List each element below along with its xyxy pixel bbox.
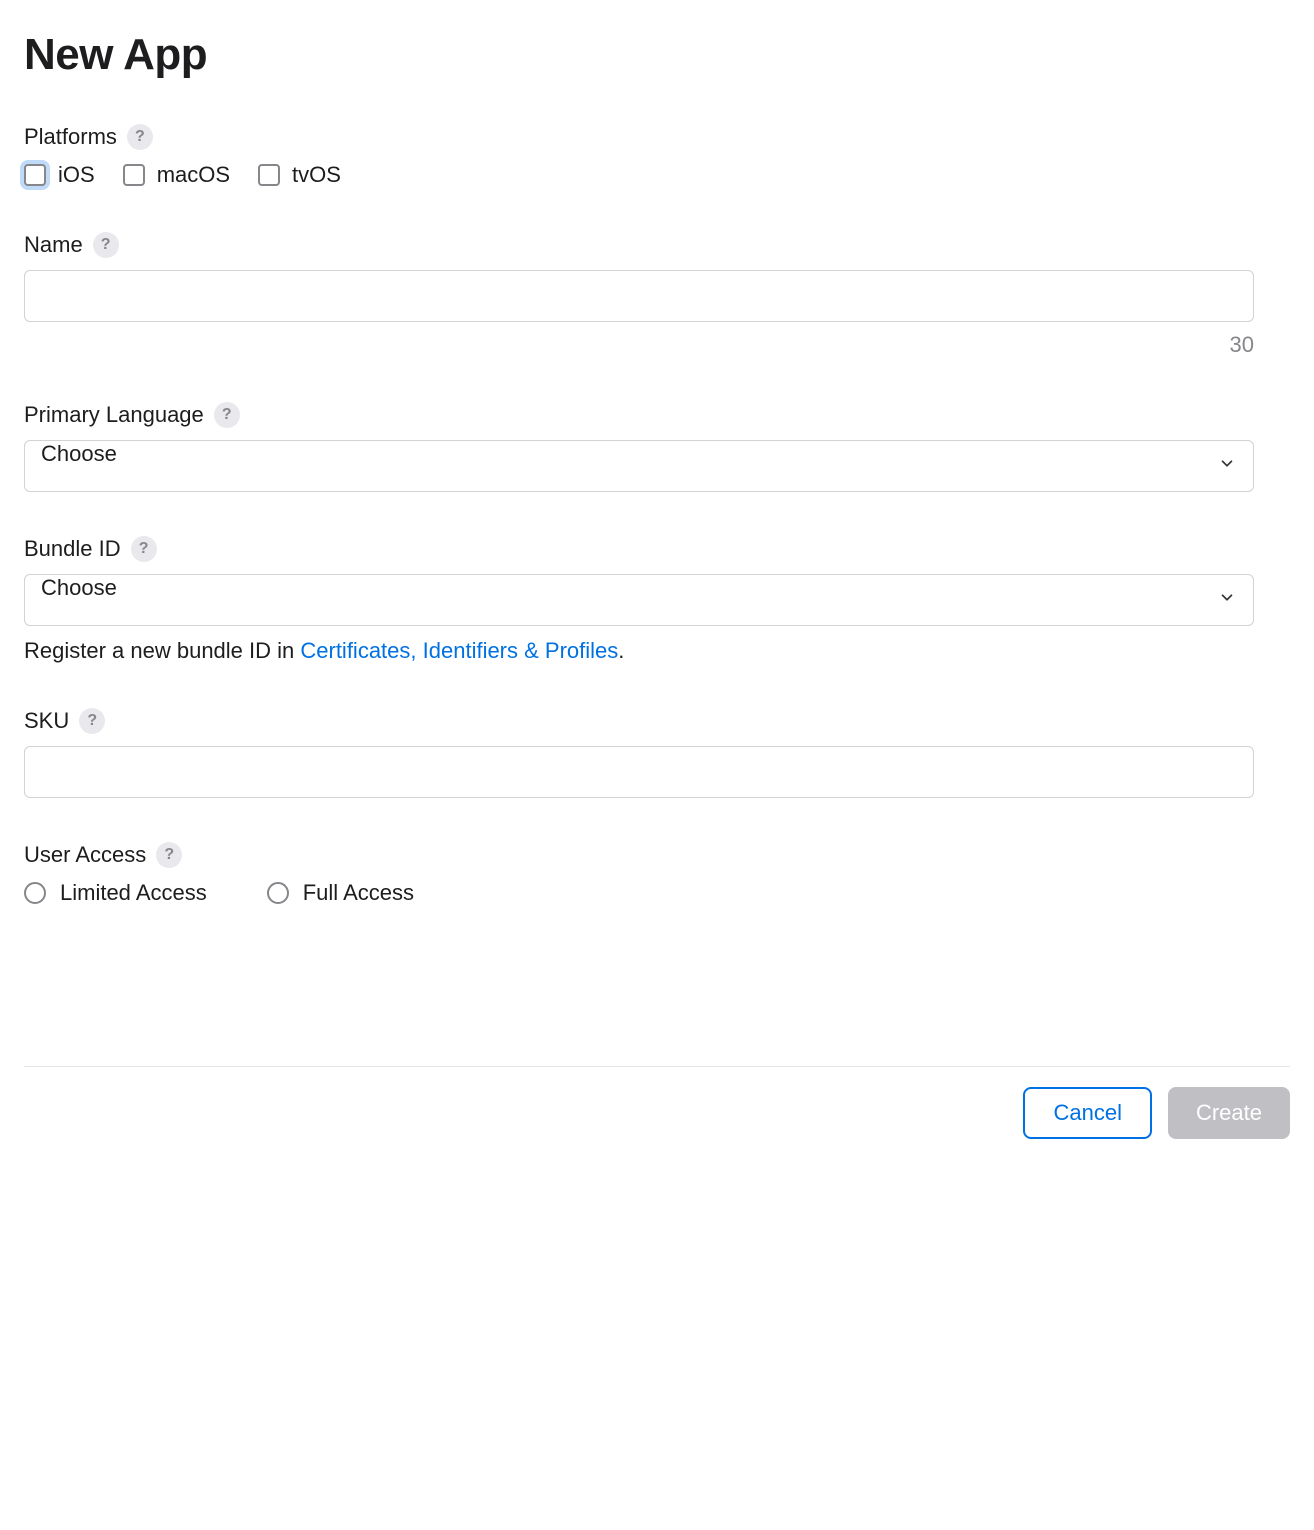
bundle-id-helper-prefix: Register a new bundle ID in — [24, 638, 300, 663]
user-access-field: User Access ? Limited Access Full Access — [24, 842, 1264, 906]
checkbox-icon[interactable] — [24, 164, 46, 186]
bundle-id-helper: Register a new bundle ID in Certificates… — [24, 638, 1254, 664]
footer-bar: Cancel Create — [24, 1066, 1290, 1159]
name-label: Name — [24, 232, 83, 258]
platform-ios-option[interactable]: iOS — [24, 162, 95, 188]
sku-label: SKU — [24, 708, 69, 734]
primary-language-field: Primary Language ? Choose — [24, 402, 1264, 492]
help-icon[interactable]: ? — [156, 842, 182, 868]
help-icon[interactable]: ? — [127, 124, 153, 150]
bundle-id-select[interactable]: Choose — [24, 574, 1254, 626]
platforms-field: Platforms ? iOS macOS tvOS — [24, 124, 1264, 188]
platform-tvos-label: tvOS — [292, 162, 341, 188]
certificates-link[interactable]: Certificates, Identifiers & Profiles — [300, 638, 618, 663]
help-icon[interactable]: ? — [79, 708, 105, 734]
platform-tvos-option[interactable]: tvOS — [258, 162, 341, 188]
radio-icon[interactable] — [267, 882, 289, 904]
sku-field: SKU ? — [24, 708, 1264, 798]
platforms-label: Platforms — [24, 124, 117, 150]
help-icon[interactable]: ? — [131, 536, 157, 562]
help-icon[interactable]: ? — [214, 402, 240, 428]
name-field: Name ? 30 — [24, 232, 1264, 358]
user-access-full-label: Full Access — [303, 880, 414, 906]
primary-language-select[interactable]: Choose — [24, 440, 1254, 492]
checkbox-icon[interactable] — [258, 164, 280, 186]
bundle-id-field: Bundle ID ? Choose Register a new bundle… — [24, 536, 1264, 664]
user-access-label: User Access — [24, 842, 146, 868]
name-input[interactable] — [24, 270, 1254, 322]
user-access-limited-label: Limited Access — [60, 880, 207, 906]
checkbox-icon[interactable] — [123, 164, 145, 186]
sku-input[interactable] — [24, 746, 1254, 798]
create-button[interactable]: Create — [1168, 1087, 1290, 1139]
platform-macos-option[interactable]: macOS — [123, 162, 230, 188]
help-icon[interactable]: ? — [93, 232, 119, 258]
platform-macos-label: macOS — [157, 162, 230, 188]
primary-language-label: Primary Language — [24, 402, 204, 428]
bundle-id-helper-suffix: . — [618, 638, 624, 663]
bundle-id-label: Bundle ID — [24, 536, 121, 562]
user-access-full-option[interactable]: Full Access — [267, 880, 414, 906]
platform-ios-label: iOS — [58, 162, 95, 188]
cancel-button[interactable]: Cancel — [1023, 1087, 1151, 1139]
user-access-limited-option[interactable]: Limited Access — [24, 880, 207, 906]
page-title: New App — [24, 30, 1264, 80]
name-char-count: 30 — [24, 332, 1254, 358]
radio-icon[interactable] — [24, 882, 46, 904]
